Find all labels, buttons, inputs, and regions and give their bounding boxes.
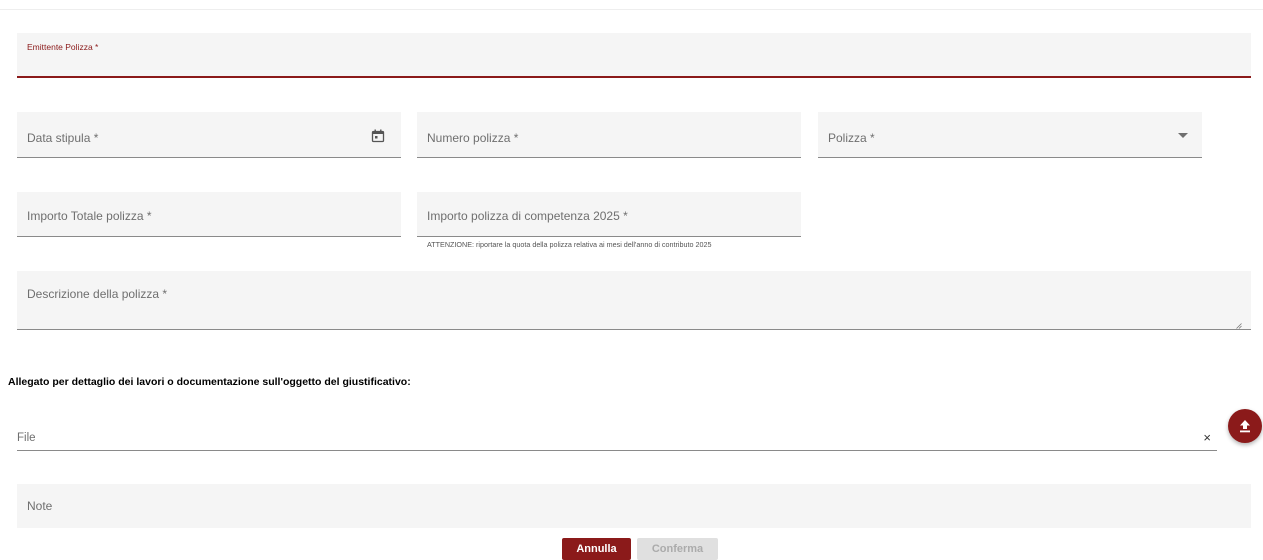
data-stipula-field[interactable]: Data stipula * <box>17 112 401 158</box>
note-textarea[interactable]: Note <box>17 484 1251 528</box>
calendar-icon[interactable] <box>371 129 385 143</box>
polizza-select[interactable]: Polizza * <box>818 112 1202 158</box>
numero-polizza-field[interactable]: Numero polizza * <box>417 112 801 158</box>
descrizione-textarea[interactable]: Descrizione della polizza * <box>17 271 1251 330</box>
descrizione-label: Descrizione della polizza * <box>27 287 168 301</box>
resize-handle-icon[interactable] <box>1236 316 1242 329</box>
importo-totale-field[interactable]: Importo Totale polizza * <box>17 192 401 237</box>
policy-form-page: Emittente Polizza * Data stipula * Numer… <box>0 0 1263 560</box>
emittente-polizza-field[interactable]: Emittente Polizza * <box>17 33 1251 78</box>
polizza-label: Polizza * <box>828 131 875 145</box>
note-label: Note <box>27 499 53 513</box>
upload-button[interactable] <box>1228 409 1262 443</box>
importo-competenza-label: Importo polizza di competenza 2025 * <box>427 209 628 223</box>
upload-icon <box>1240 420 1250 433</box>
data-stipula-label: Data stipula * <box>27 131 99 145</box>
top-divider <box>0 9 1263 10</box>
close-icon[interactable]: × <box>1203 431 1211 444</box>
importo-competenza-field[interactable]: Importo polizza di competenza 2025 * <box>417 192 801 237</box>
file-input[interactable]: File × <box>17 425 1217 451</box>
cancel-button[interactable]: Annulla <box>562 538 631 560</box>
numero-polizza-label: Numero polizza * <box>427 131 519 145</box>
emittente-polizza-label: Emittente Polizza * <box>27 42 99 52</box>
importo-totale-label: Importo Totale polizza * <box>27 209 152 223</box>
file-label: File <box>17 432 36 444</box>
importo-competenza-hint: ATTENZIONE: riportare la quota della pol… <box>427 240 712 249</box>
chevron-down-icon[interactable] <box>1178 133 1188 138</box>
confirm-button[interactable]: Conferma <box>637 538 718 560</box>
attachment-section-title: Allegato per dettaglio dei lavori o docu… <box>8 376 411 388</box>
